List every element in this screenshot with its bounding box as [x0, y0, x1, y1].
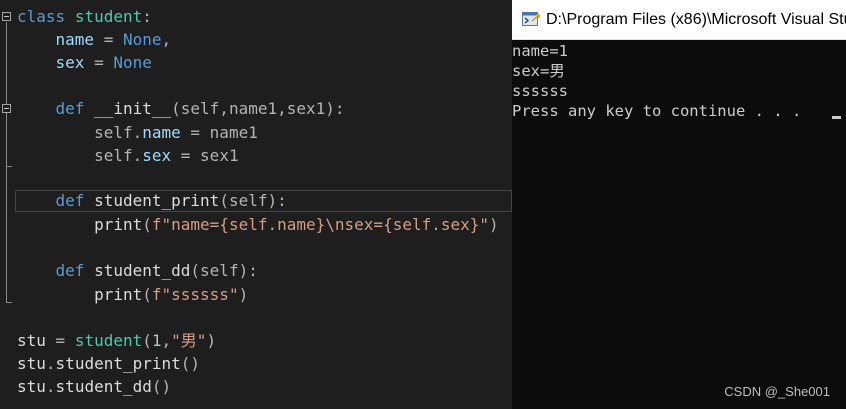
text-cursor [832, 116, 841, 119]
function-call: print [94, 215, 143, 234]
console-titlebar[interactable]: D:\Program Files (x86)\Microsoft Visual … [512, 0, 846, 40]
identifier: self [94, 146, 133, 165]
punctuation: : [142, 7, 152, 26]
output-line: name=1 [512, 42, 568, 60]
code-line-3[interactable]: sex = None [17, 52, 152, 74]
function-call: print [94, 285, 143, 304]
output-line: ssssss [512, 82, 568, 100]
fold-collapse-icon[interactable] [2, 104, 11, 113]
punctuation: () [180, 354, 201, 373]
fold-end-init [6, 166, 12, 167]
code-line-13[interactable]: print(f"ssssss") [17, 284, 248, 306]
code-editor[interactable]: class student: name = None, sex = None d… [0, 0, 512, 409]
code-line-6[interactable]: self.name = name1 [17, 122, 258, 144]
console-window[interactable]: D:\Program Files (x86)\Microsoft Visual … [512, 0, 846, 409]
screenshot-root: class student: name = None, sex = None d… [0, 0, 846, 409]
punctuation: ) [489, 215, 499, 234]
code-line-12[interactable]: def student_dd(self): [17, 260, 258, 282]
keyword: None [113, 53, 152, 72]
code-line-1[interactable]: class student: [17, 6, 152, 28]
output-line: Press any key to continue . . . [512, 102, 811, 120]
operator: = [94, 30, 123, 49]
identifier: name1 [209, 123, 258, 142]
operator: = [171, 146, 201, 165]
method-call: student_dd [55, 377, 152, 396]
identifier: self [94, 123, 133, 142]
identifier: stu [17, 354, 46, 373]
keyword: class [17, 7, 66, 26]
keyword: None [122, 30, 162, 49]
operator: . [45, 354, 56, 373]
operator: . [132, 123, 143, 142]
punctuation: ) [238, 285, 249, 304]
code-line-9[interactable]: def student_print(self): [17, 190, 287, 212]
parameters: (self): [190, 261, 258, 280]
class-name: student [74, 331, 143, 350]
code-line-15[interactable]: stu = student(1,"男") [17, 330, 216, 352]
method-call: student_print [55, 354, 181, 373]
number-literal: 1 [151, 331, 162, 350]
function-name: __init__ [94, 99, 172, 118]
function-name: student_dd [94, 261, 191, 280]
identifier: sex [55, 53, 85, 72]
output-line: sex=男 [512, 62, 565, 80]
identifier: sex [142, 146, 172, 165]
punctuation: ( [142, 285, 152, 304]
fold-rail-init [6, 114, 7, 166]
punctuation: ) [206, 331, 217, 350]
operator: = [84, 53, 114, 72]
code-line-10[interactable]: print(f"name={self.name}\nsex={self.sex}… [17, 214, 499, 236]
code-line-5[interactable]: def __init__(self,name1,sex1): [17, 98, 345, 120]
keyword: def [55, 99, 85, 118]
console-app-icon [522, 12, 540, 26]
operator: = [180, 123, 210, 142]
punctuation: , [161, 331, 172, 350]
punctuation: ( [142, 215, 152, 234]
string-literal: f"ssssss" [151, 285, 239, 304]
parameters: (self,name1,sex1): [171, 99, 345, 118]
fold-collapse-icon[interactable] [2, 12, 11, 21]
code-line-7[interactable]: self.sex = sex1 [17, 145, 239, 167]
code-line-17[interactable]: stu.student_dd() [17, 376, 171, 398]
code-line-2[interactable]: name = None, [17, 29, 172, 51]
operator: . [132, 146, 143, 165]
punctuation: ( [142, 331, 152, 350]
identifier: stu [17, 377, 46, 396]
class-name: student [74, 7, 143, 26]
identifier: sex1 [200, 146, 239, 165]
keyword: def [55, 261, 85, 280]
punctuation: () [151, 377, 172, 396]
operator: = [45, 331, 75, 350]
string-literal: "男" [171, 331, 207, 350]
code-line-16[interactable]: stu.student_print() [17, 353, 200, 375]
parameters: (self): [219, 191, 287, 210]
string-literal: f"name={self.name}\nsex={self.sex}" [151, 215, 490, 234]
identifier: name [142, 123, 181, 142]
function-name: student_print [94, 191, 220, 210]
console-output[interactable]: name=1 sex=男 ssssss Press any key to con… [512, 40, 846, 409]
watermark: CSDN @_She001 [724, 384, 830, 399]
keyword: def [55, 191, 85, 210]
fold-end-class [6, 302, 12, 303]
identifier: name [55, 30, 95, 49]
identifier: stu [17, 331, 46, 350]
punctuation: , [161, 30, 172, 49]
operator: . [45, 377, 56, 396]
console-title: D:\Program Files (x86)\Microsoft Visual … [546, 11, 846, 28]
